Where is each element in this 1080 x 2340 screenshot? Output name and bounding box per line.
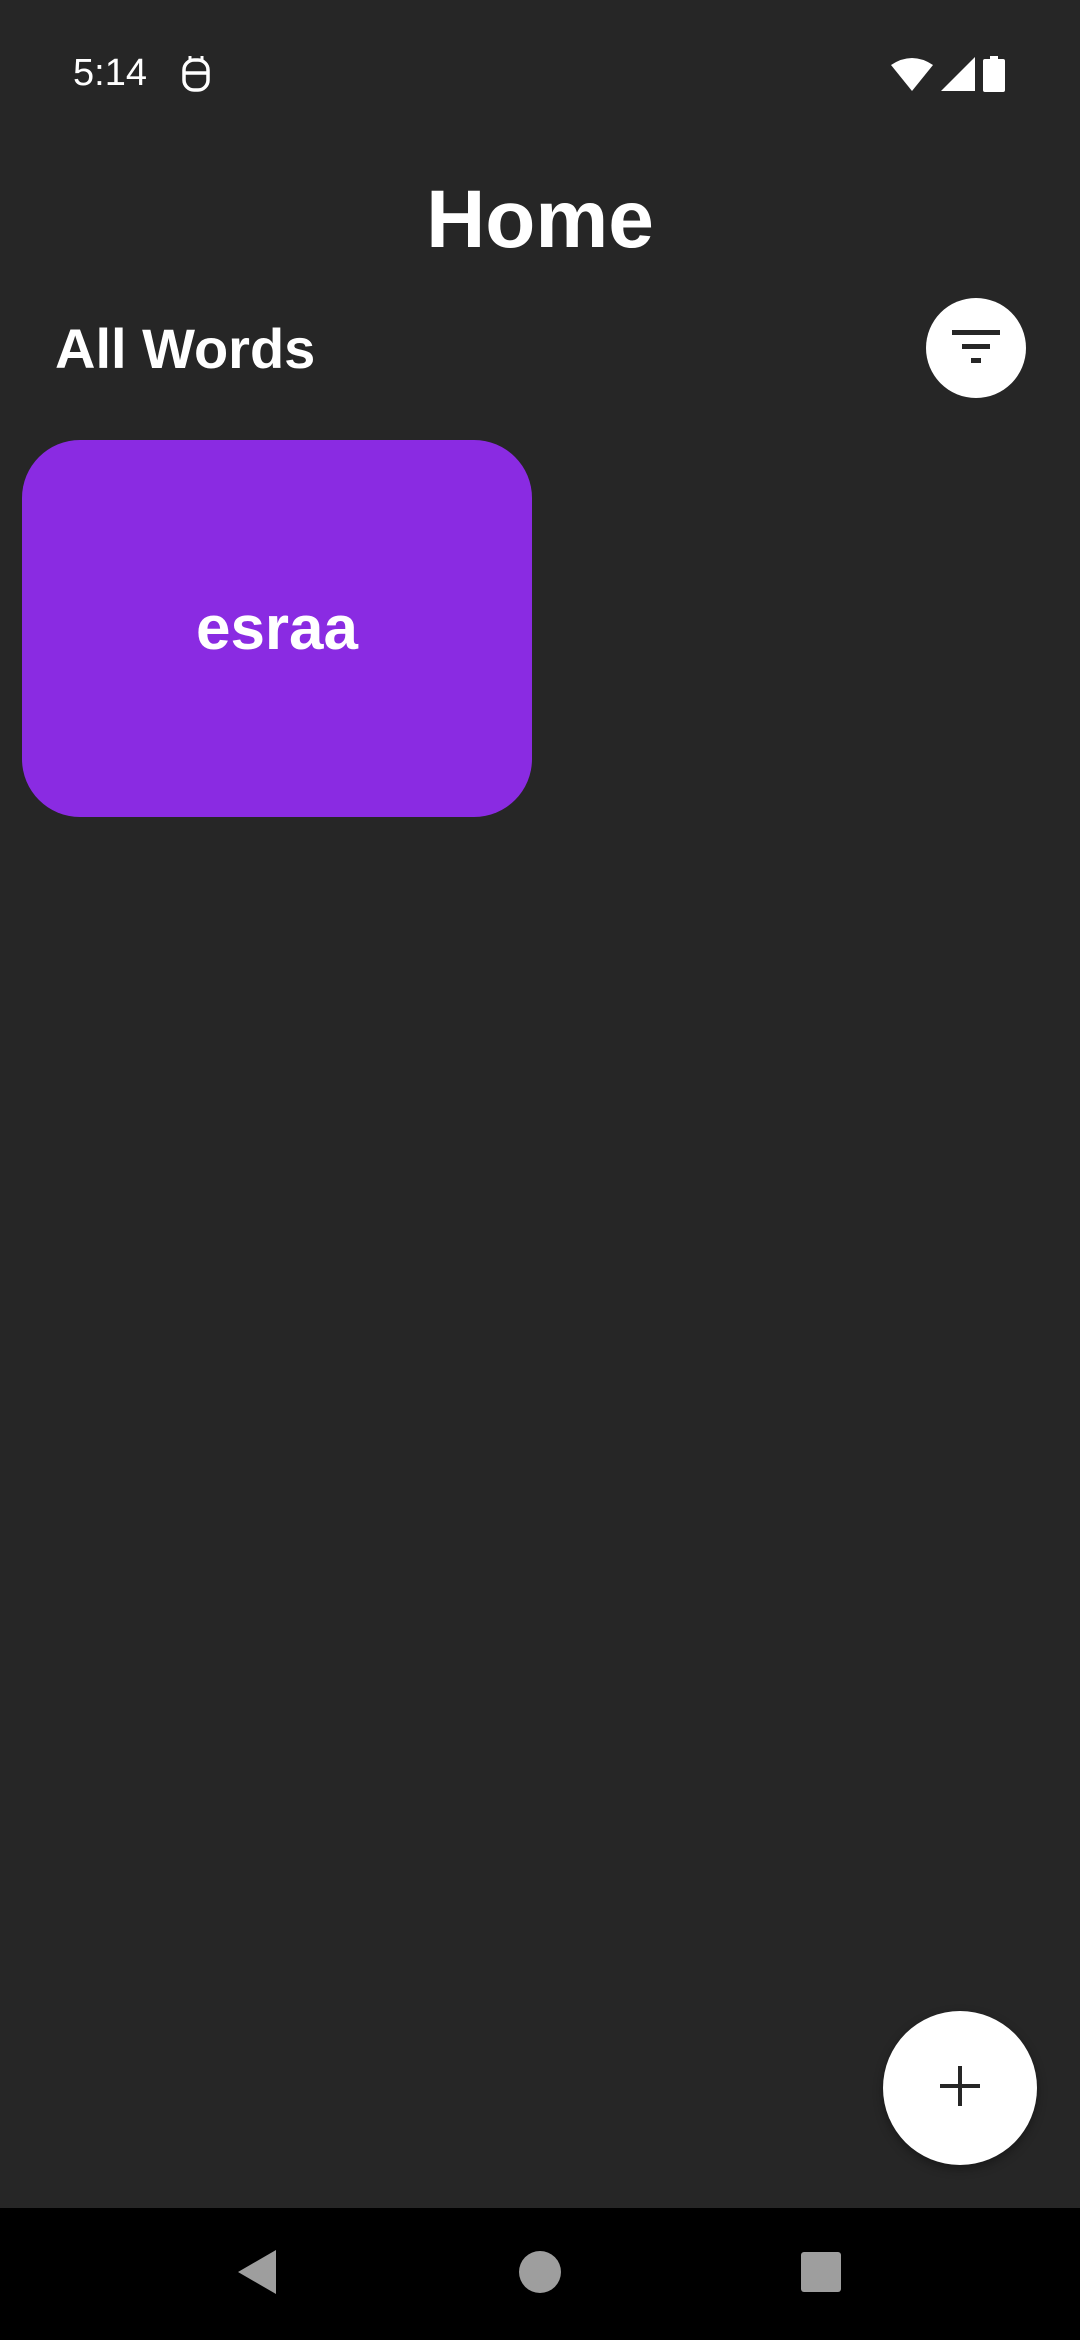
app-screen: 5:14 Home All Words esraa <box>0 0 1080 2340</box>
recents-icon <box>800 2251 842 2298</box>
nav-back-button[interactable] <box>191 2208 323 2340</box>
section-title: All Words <box>55 317 316 380</box>
notification-icon <box>180 56 212 94</box>
cell-signal-icon <box>941 57 975 91</box>
home-icon <box>518 2250 562 2299</box>
word-card-label: esraa <box>195 594 359 663</box>
status-icons <box>891 56 1005 92</box>
section-header: All Words <box>0 298 1080 400</box>
filter-icon <box>950 326 1002 371</box>
battery-icon <box>983 56 1005 92</box>
word-card[interactable]: esraa <box>22 440 532 817</box>
navigation-bar <box>0 2208 1080 2340</box>
status-bar: 5:14 <box>0 0 1080 150</box>
nav-home-button[interactable] <box>474 2208 606 2340</box>
nav-recents-button[interactable] <box>755 2208 887 2340</box>
wifi-icon <box>891 57 933 91</box>
page-title: Home <box>426 174 654 265</box>
back-icon <box>236 2248 278 2301</box>
filter-button[interactable] <box>926 298 1026 398</box>
status-time: 5:14 <box>73 52 147 94</box>
add-word-button[interactable] <box>883 2011 1037 2165</box>
plus-icon <box>938 2064 982 2113</box>
